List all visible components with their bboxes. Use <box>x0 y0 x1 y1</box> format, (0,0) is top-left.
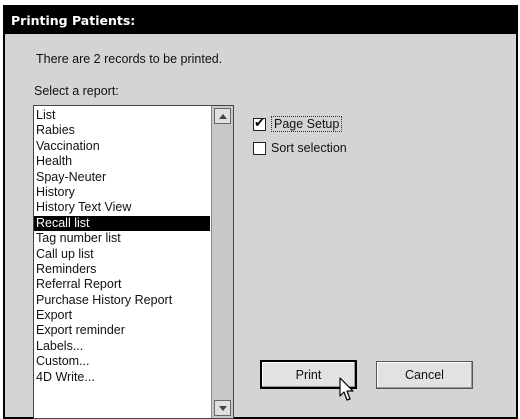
check-icon: ✔ <box>254 115 265 131</box>
report-list-item[interactable]: Reminders <box>34 262 210 277</box>
report-list-item[interactable]: Call up list <box>34 247 210 262</box>
print-dialog: Printing Patients: There are 2 records t… <box>3 5 518 419</box>
sort-selection-label: Sort selection <box>271 141 347 155</box>
report-list-item[interactable]: Health <box>34 154 210 169</box>
page-setup-checkbox[interactable]: ✔ <box>253 115 266 131</box>
report-list-item[interactable]: Referral Report <box>34 277 210 292</box>
report-list-item[interactable]: 4D Write... <box>34 370 210 385</box>
page-setup-label: Page Setup <box>271 116 343 132</box>
mouse-cursor-icon <box>339 377 354 401</box>
report-listbox[interactable]: List Rabies Vaccination Health Spay-Neuter Hi… <box>33 105 234 419</box>
report-list-item[interactable]: Recall list <box>34 215 210 232</box>
report-list-item[interactable]: Vaccination <box>34 139 210 154</box>
scroll-up-button[interactable] <box>214 108 231 124</box>
report-list-item[interactable]: Labels... <box>34 339 210 354</box>
report-list-item[interactable]: Spay-Neuter <box>34 170 210 185</box>
report-list-item[interactable]: List <box>34 108 210 123</box>
records-count-text: There are 2 records to be printed. <box>36 52 223 66</box>
report-list-item[interactable]: Export <box>34 308 210 323</box>
scroll-down-button[interactable] <box>214 400 231 416</box>
report-list-item[interactable]: Export reminder <box>34 323 210 338</box>
select-report-label: Select a report: <box>34 84 119 98</box>
report-list-item[interactable]: Purchase History Report <box>34 293 210 308</box>
report-list: List Rabies Vaccination Health Spay-Neuter Hi… <box>34 108 210 385</box>
report-list-item[interactable]: Rabies <box>34 123 210 138</box>
page-setup-option[interactable]: ✔ Page Setup <box>253 115 343 132</box>
report-list-item[interactable]: Tag number list <box>34 231 210 246</box>
report-list-item[interactable]: Custom... <box>34 354 210 369</box>
dialog-title: Printing Patients: <box>5 7 516 34</box>
report-list-item[interactable]: History <box>34 185 210 200</box>
cancel-button[interactable]: Cancel <box>376 361 473 389</box>
sort-selection-checkbox[interactable] <box>253 141 266 155</box>
arrow-down-icon <box>218 405 227 411</box>
sort-selection-option[interactable]: Sort selection <box>253 141 347 155</box>
arrow-up-icon <box>218 113 227 119</box>
report-list-item[interactable]: History Text View <box>34 200 210 215</box>
listbox-scrollbar[interactable] <box>211 106 233 418</box>
